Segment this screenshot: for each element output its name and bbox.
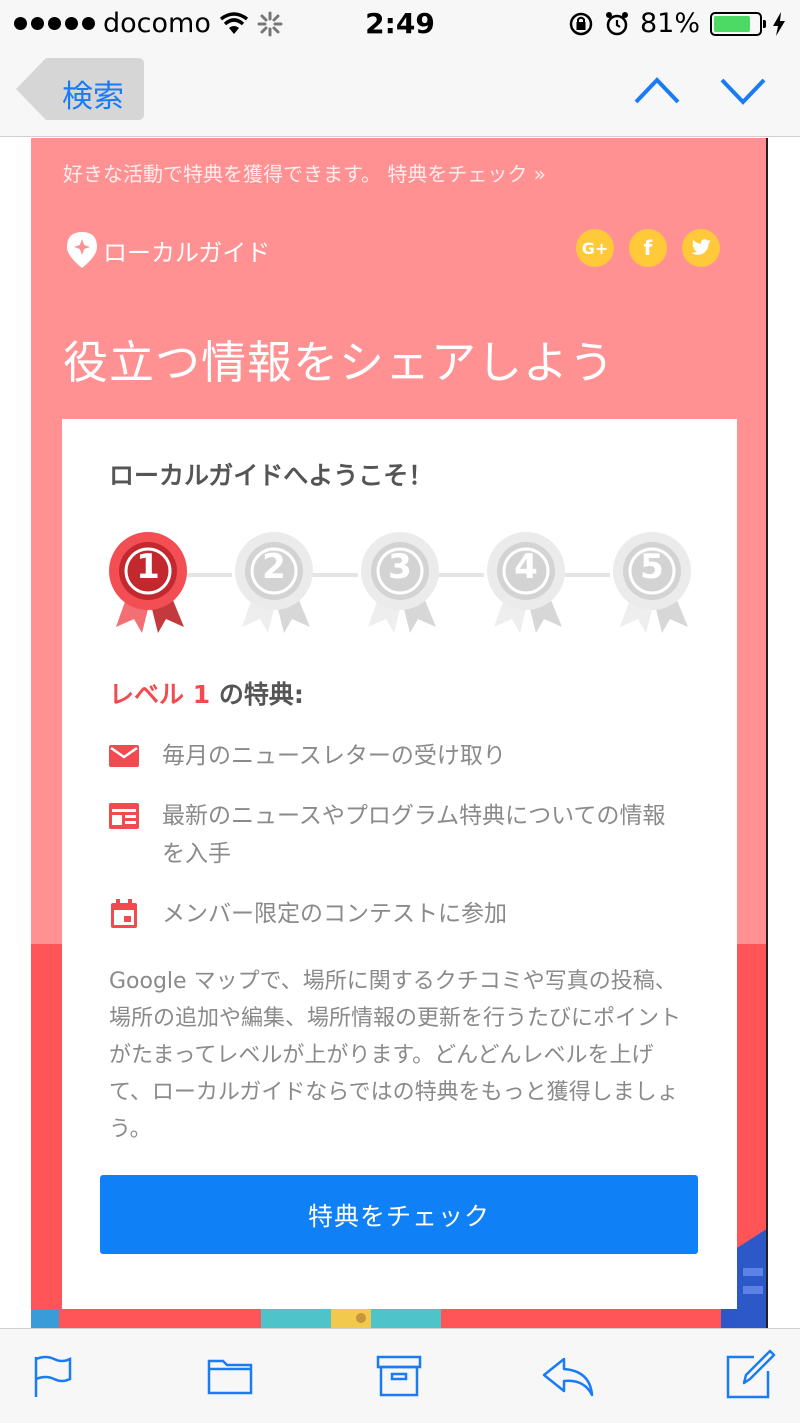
level-benefits-suffix: の特典: (210, 680, 304, 709)
calendar-icon (111, 899, 137, 928)
back-button-label: 検索 (62, 79, 124, 115)
level-medal-1: 1 (108, 531, 192, 635)
email-body: 好きな活動で特典を獲得できます。 特典をチェック » ローカルガイド G+ f … (31, 138, 768, 1328)
benefit-text: 毎月のニュースレターの受け取り (162, 743, 506, 769)
benefit-item: 毎月のニュースレターの受け取り (109, 737, 709, 777)
benefit-item: 最新のニュースやプログラム特典についての情報を入手 (109, 797, 709, 877)
facebook-icon[interactable]: f (629, 229, 667, 267)
twitter-icon[interactable] (682, 229, 720, 267)
alarm-icon (605, 11, 628, 35)
flag-icon[interactable] (30, 1353, 76, 1399)
level-medal-4: 4 (486, 531, 570, 635)
google-plus-label: G+ (581, 238, 609, 258)
chevron-up-icon[interactable] (632, 70, 682, 110)
twitter-bird-glyph (691, 239, 711, 255)
level-number: 1 (136, 547, 160, 587)
level-number: 2 (262, 547, 286, 587)
level-number: 4 (514, 547, 538, 587)
level-progress: 1 2 3 4 5 (62, 531, 737, 641)
benefit-text: メンバー限定のコンテストに参加 (162, 901, 507, 927)
chevron-down-icon[interactable] (718, 70, 768, 110)
level-number: 5 (640, 547, 664, 587)
headline: 役立つ情報をシェアしよう (63, 336, 616, 389)
level-medal-3: 3 (360, 531, 444, 635)
benefit-item: メンバー限定のコンテストに参加 (109, 895, 709, 935)
folder-icon[interactable] (207, 1353, 253, 1399)
decorative-shape-right (737, 1229, 766, 1328)
rotation-lock-icon (569, 12, 593, 35)
newsletter-icon (109, 803, 139, 829)
brand-name: ローカルガイド (103, 238, 271, 267)
check-benefits-button[interactable]: 特典をチェック (100, 1175, 698, 1254)
reply-icon[interactable] (540, 1353, 596, 1399)
status-right: 81% (568, 8, 786, 39)
promo-text[interactable]: 好きな活動で特典を獲得できます。 特典をチェック » (63, 158, 546, 187)
location-pin-icon (67, 232, 97, 268)
level-number: 3 (388, 547, 412, 587)
level-medal-5: 5 (612, 531, 696, 635)
brand-logo: ローカルガイド (67, 232, 270, 268)
status-bar: docomo 2:49 81% (0, 0, 800, 46)
back-button[interactable]: 検索 (16, 58, 144, 120)
benefit-text: 最新のニュースやプログラム特典についての情報を入手 (162, 803, 666, 867)
nav-bar: 検索 (0, 46, 800, 137)
compose-icon[interactable] (724, 1349, 776, 1401)
level-label: レベル 1 (109, 680, 211, 709)
level-medal-2: 2 (234, 531, 318, 635)
google-plus-icon[interactable]: G+ (576, 229, 614, 267)
program-description: Google マップで、場所に関するクチコミや写真の投稿、場所の追加や編集、場所… (109, 969, 682, 1142)
facebook-label: f (643, 236, 653, 260)
battery-icon (710, 11, 766, 36)
battery-percent: 81% (639, 8, 700, 39)
mail-toolbar (0, 1328, 800, 1423)
charging-bolt-icon (773, 11, 785, 36)
mail-icon (109, 745, 139, 767)
email-content[interactable]: 好きな活動で特典を獲得できます。 特典をチェック » ローカルガイド G+ f … (0, 138, 800, 1328)
welcome-title: ローカルガイドへようこそ！ (109, 461, 434, 490)
welcome-card: ローカルガイドへようこそ！ 1 2 3 4 5 レベル 1 の特典: 毎月のニュ… (62, 419, 737, 1309)
archive-icon[interactable] (376, 1353, 422, 1399)
level-benefits-title: レベル 1 の特典: (109, 675, 304, 711)
